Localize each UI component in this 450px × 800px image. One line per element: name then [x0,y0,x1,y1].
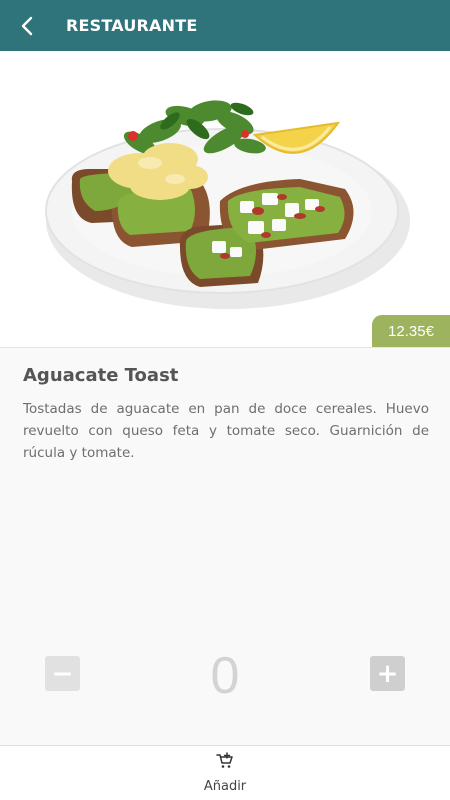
quantity-value: 0 [210,647,240,705]
add-to-cart-icon [216,752,233,768]
product-image: 12.35€ [0,51,450,347]
chevron-left-icon [21,16,33,35]
decrease-quantity-button[interactable]: − [45,656,80,691]
product-description: Tostadas de aguacate en pan de doce cere… [23,401,429,461]
minus-icon: − [51,658,74,689]
divider [0,347,450,348]
plus-icon: + [376,658,399,689]
bottom-action-bar: Añadir [0,745,450,800]
product-detail-screen: RESTAURANTE 12.35€ Aguacate Toast Tostad… [0,0,450,800]
page-title: RESTAURANTE [66,16,198,35]
increase-quantity-button[interactable]: + [370,656,405,691]
quantity-stepper: − 0 + [0,647,450,705]
back-button[interactable] [0,0,56,51]
add-to-cart-label: Añadir [203,779,247,794]
app-header: RESTAURANTE [0,0,450,51]
add-to-cart-button[interactable]: Añadir [175,752,275,798]
avocado-toast-plate-image [45,100,410,309]
product-name: Aguacate Toast [23,365,179,386]
price-badge: 12.35€ [372,315,450,347]
